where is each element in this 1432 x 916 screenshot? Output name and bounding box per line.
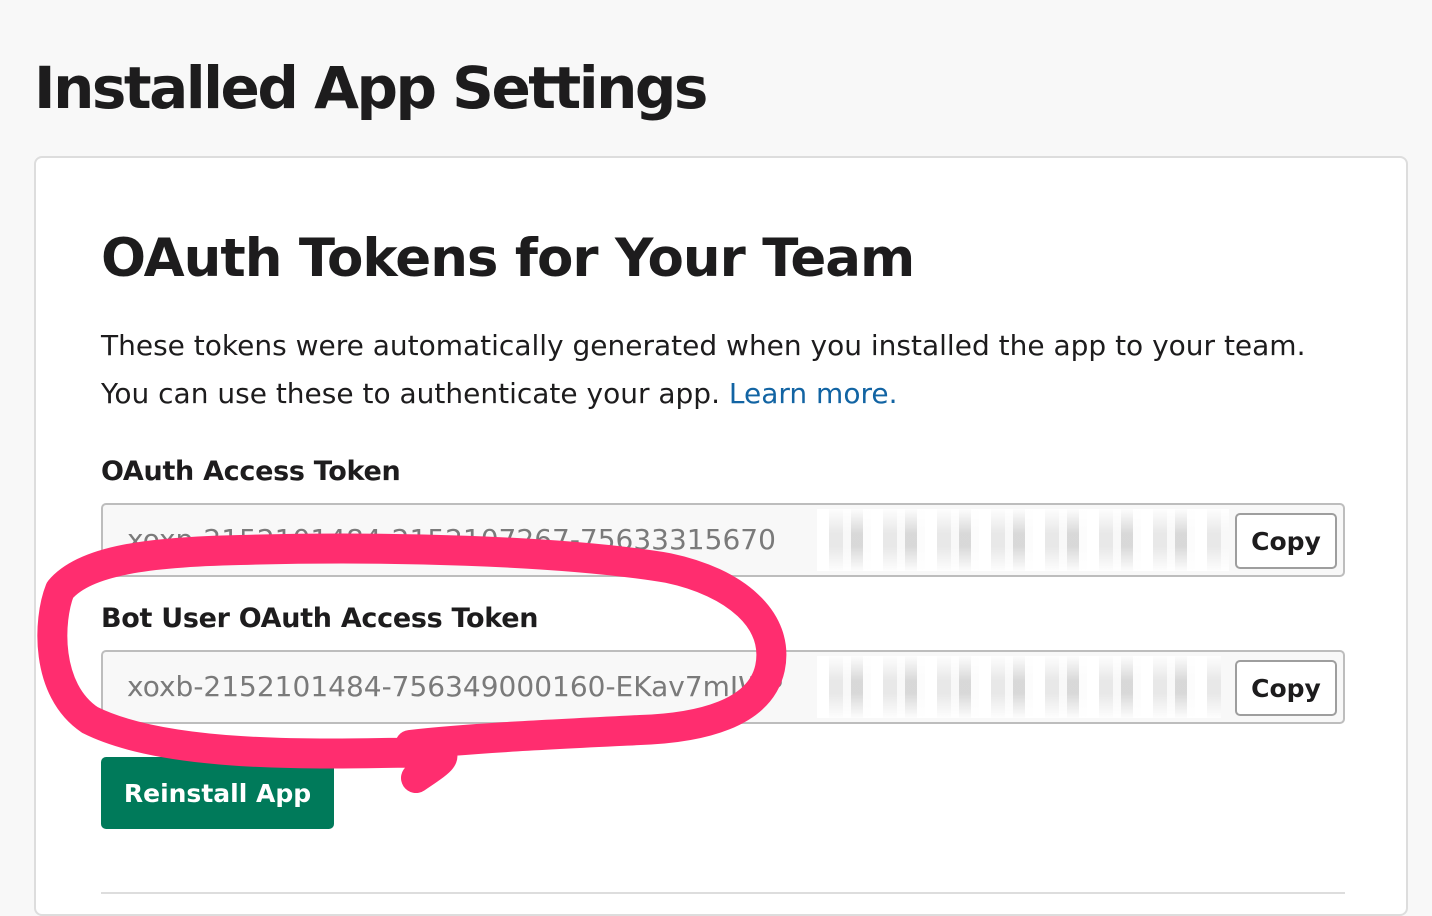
- bot-user-oauth-token-label: Bot User OAuth Access Token: [101, 603, 539, 634]
- copy-bot-token-button[interactable]: Copy: [1235, 660, 1337, 716]
- section-title: OAuth Tokens for Your Team: [101, 228, 915, 289]
- section-description: These tokens were automatically generate…: [101, 322, 1331, 418]
- bot-user-oauth-token-field[interactable]: xoxb-2152101484-756349000160-EKav7mJWP C…: [101, 650, 1345, 724]
- bot-user-oauth-token-value: xoxb-2152101484-756349000160-EKav7mJWP: [127, 670, 783, 703]
- redacted-token-blur: [817, 509, 1229, 571]
- oauth-access-token-value: xoxp-2152101484-2152107267-75633315670: [127, 523, 776, 556]
- reinstall-app-button[interactable]: Reinstall App: [101, 757, 334, 829]
- learn-more-link[interactable]: Learn more.: [729, 377, 898, 410]
- description-line-2: You can use these to authenticate your a…: [101, 370, 1331, 418]
- copy-oauth-token-button[interactable]: Copy: [1235, 513, 1337, 569]
- section-divider: [101, 892, 1345, 894]
- description-line-2-text: You can use these to authenticate your a…: [101, 377, 729, 410]
- redacted-token-blur: [817, 656, 1221, 718]
- oauth-access-token-label: OAuth Access Token: [101, 456, 401, 487]
- oauth-access-token-field[interactable]: xoxp-2152101484-2152107267-75633315670 C…: [101, 503, 1345, 577]
- page-title: Installed App Settings: [34, 54, 708, 122]
- description-line-1: These tokens were automatically generate…: [101, 329, 1306, 362]
- oauth-tokens-card: OAuth Tokens for Your Team These tokens …: [34, 156, 1408, 916]
